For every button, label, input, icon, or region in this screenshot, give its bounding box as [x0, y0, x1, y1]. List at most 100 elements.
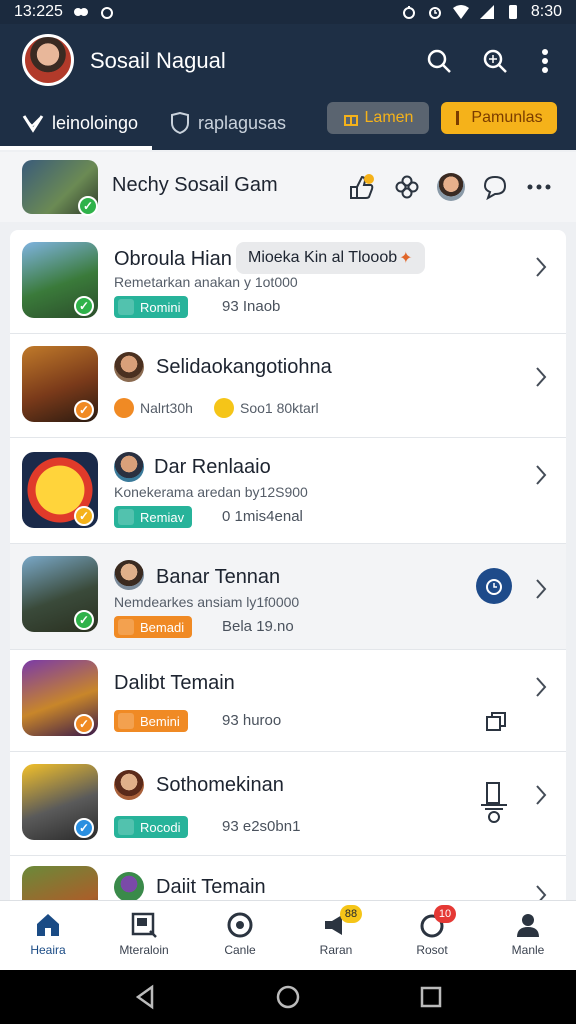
battery-icon — [508, 5, 517, 19]
social-bar: ✓ Nechy Sosail Gam — [0, 152, 576, 222]
nav-mteraloin[interactable]: Mteraloin — [96, 911, 192, 957]
avatar — [114, 770, 144, 800]
nav-canle[interactable]: Canle — [192, 911, 288, 957]
list-item[interactable]: ✓ Dar Renlaaio Konekerama aredan by12S90… — [10, 438, 566, 544]
verified-icon: ✓ — [74, 296, 94, 316]
chip-label: Lamen — [364, 109, 414, 126]
vibrate-icon — [402, 6, 415, 19]
social-game-thumbnail[interactable]: ✓ — [22, 160, 98, 216]
person-icon — [517, 914, 539, 937]
status-badge: Bemini — [114, 710, 188, 732]
row-title: Banar Tennan — [156, 566, 281, 588]
game-thumbnail: ✓ — [22, 764, 98, 840]
back-icon[interactable] — [132, 984, 158, 1010]
chevron-right-icon — [536, 579, 547, 599]
badge-label: Rocodi — [140, 819, 181, 835]
row-title: Dalibt Temain — [114, 672, 235, 694]
discover-button[interactable] — [480, 46, 510, 76]
signal-icon — [479, 5, 494, 19]
chevron-right-icon — [536, 785, 547, 805]
tab-label: leinoloingo — [52, 112, 139, 133]
book-stack-icon — [481, 782, 507, 823]
profile-avatar[interactable] — [22, 34, 74, 86]
row-subtitle: Konekerama aredan by12S900 — [114, 484, 308, 500]
wifi-icon — [452, 5, 469, 19]
copy-icon — [486, 712, 506, 731]
flower-button[interactable] — [392, 172, 422, 202]
verified-icon: ✓ — [74, 506, 94, 526]
nav-raran[interactable]: 88 Raran — [288, 905, 384, 957]
row-meta: Bela 19.no — [222, 618, 294, 635]
shield-icon — [171, 112, 189, 134]
lamen-chip[interactable]: Lamen — [327, 102, 429, 134]
row-title: Sothomekinan — [156, 774, 284, 796]
thumbs-up-icon — [350, 174, 374, 199]
home-icon — [37, 914, 59, 936]
active-tab-indicator — [0, 146, 152, 150]
nav-label: Mteraloin — [119, 943, 169, 957]
chevron-right-icon — [536, 257, 547, 277]
row-tooltip: Mioeka Kin al Tlooob ✦ — [236, 242, 425, 274]
compass-icon — [227, 912, 253, 938]
chevron-right-icon — [536, 367, 547, 387]
game-thumbnail: ✓ — [22, 242, 98, 318]
pamunlas-chip[interactable]: Pamunlas — [441, 102, 557, 134]
more-horiz-button[interactable] — [524, 172, 554, 202]
chat-button[interactable] — [480, 172, 510, 202]
tab-raplagusas[interactable]: raplagusas — [170, 106, 286, 140]
system-nav-bar — [0, 970, 576, 1024]
badge-check-icon — [22, 115, 44, 133]
nav-home[interactable]: Heaira — [0, 911, 96, 957]
status-badge: Remiav — [114, 506, 193, 528]
more-menu-button[interactable] — [530, 46, 560, 76]
badge-avatar-icon — [118, 509, 134, 525]
nav-label: Heaira — [30, 943, 66, 957]
row-title: Daiit Temain — [156, 876, 266, 898]
list-item[interactable]: ✓ Dalibt Temain Bemini 93 huroo — [10, 650, 566, 752]
stack-button[interactable] — [476, 778, 512, 826]
list-item[interactable]: ✓ Obroula Hian Mioeka Kin al Tlooob ✦ Rem… — [10, 230, 566, 334]
chevron-right-icon — [536, 677, 547, 697]
list-item[interactable]: ✓ Selidaokangotiohna Nalrt30h Soo1 80kta… — [10, 334, 566, 438]
game-thumbnail: ✓ — [22, 452, 98, 528]
tab-label: raplagusas — [198, 112, 287, 133]
list-item[interactable]: ✓ Sothomekinan Rocodi 93 e2s0bn1 — [10, 752, 566, 856]
row-title: Selidaokangotiohna — [156, 356, 332, 378]
like-button[interactable] — [346, 172, 376, 202]
badge-avatar-icon — [118, 713, 134, 729]
badge-avatar-icon — [118, 619, 134, 635]
home-circle-icon[interactable] — [275, 984, 301, 1010]
row-subtitle: Soo1 80ktarl — [240, 400, 319, 416]
game-list: ✓ Obroula Hian Mioeka Kin al Tlooob ✦ Rem… — [10, 230, 566, 910]
chip-label: Pamunlas — [471, 109, 543, 126]
nav-manle[interactable]: Manle — [480, 911, 576, 957]
notification-icon — [73, 8, 88, 16]
nav-label: Canle — [224, 943, 256, 957]
verified-icon: ✓ — [74, 818, 94, 838]
avatar — [114, 560, 144, 590]
status-badge: Bemadi — [114, 616, 193, 638]
verified-icon: ✓ — [74, 400, 94, 420]
header-tabs: leinoloingo raplagusas Lamen Pamunlas — [0, 100, 576, 150]
row-title: Dar Renlaaio — [154, 456, 271, 478]
status-time: 13:225 — [14, 3, 63, 20]
recents-icon[interactable] — [418, 984, 444, 1010]
nav-rosot[interactable]: 10 Rosot — [384, 905, 480, 957]
more-horiz-icon — [527, 184, 551, 190]
verified-icon: ✓ — [78, 196, 98, 216]
search-button[interactable] — [424, 46, 454, 76]
row-title: Obroula Hian — [114, 248, 232, 270]
flower-icon — [395, 175, 419, 199]
copy-button[interactable] — [478, 704, 514, 740]
app-header: Sosail Nagual leinoloingo raplagusas Lam… — [0, 24, 576, 150]
nav-label: Manle — [511, 943, 545, 957]
list-item[interactable]: ✓ Banar Tennan Nemdearkes ansiam ly1f000… — [10, 544, 566, 650]
emoji-icon — [114, 398, 134, 418]
news-icon — [131, 912, 157, 938]
row-subtitle: Remetarkan anakan y 1ot000 — [114, 274, 298, 290]
friend-avatar[interactable] — [436, 172, 466, 202]
tab-leinoloingo[interactable]: leinoloingo — [22, 106, 138, 140]
timer-button[interactable] — [476, 568, 512, 604]
badge-label: Remiav — [140, 509, 185, 525]
notification-badge: 10 — [434, 905, 456, 923]
